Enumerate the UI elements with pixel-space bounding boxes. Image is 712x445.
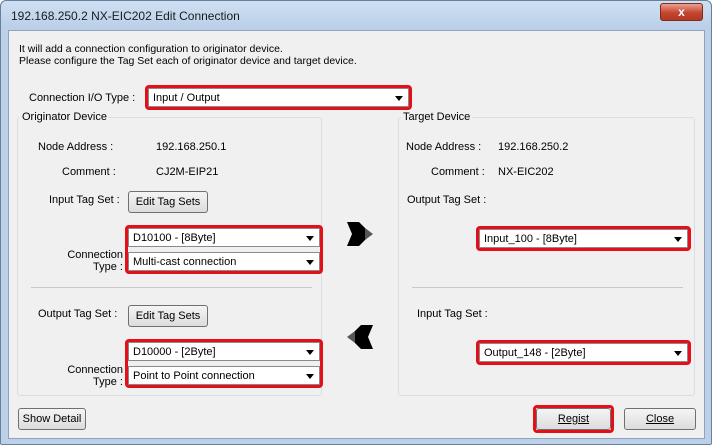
arrow-left-icon	[347, 325, 373, 349]
close-button[interactable]: Close	[624, 408, 696, 430]
target-node-value: 192.168.250.2	[498, 141, 569, 153]
target-comment-label: Comment :	[431, 166, 485, 178]
originator-input-edit-tag-sets-button[interactable]: Edit Tag Sets	[128, 191, 208, 213]
originator-output-tag-label: Output Tag Set :	[38, 308, 118, 320]
arrow-right-icon	[347, 222, 373, 246]
intro-line-1: It will add a connection configuration t…	[19, 43, 283, 55]
close-icon: x	[678, 5, 685, 19]
target-title: Target Device	[401, 111, 473, 123]
target-comment-value: NX-EIC202	[498, 166, 554, 178]
close-label: Close	[645, 413, 675, 425]
originator-input-conn-type-label: Connection Type :	[67, 249, 123, 273]
window-title: 192.168.250.2 NX-EIC202 Edit Connection	[11, 9, 240, 23]
originator-input-highlight	[125, 225, 323, 274]
originator-comment-value: CJ2M-EIP21	[156, 166, 219, 178]
edit-connection-window: 192.168.250.2 NX-EIC202 Edit Connection …	[0, 0, 712, 445]
close-window-button[interactable]: x	[660, 3, 703, 21]
originator-title: Originator Device	[20, 111, 109, 123]
target-input-highlight	[476, 340, 691, 365]
regist-button[interactable]: Regist	[536, 408, 611, 430]
show-detail-button[interactable]: Show Detail	[18, 408, 86, 430]
originator-separator	[31, 287, 312, 288]
originator-output-edit-tag-sets-button[interactable]: Edit Tag Sets	[128, 305, 208, 327]
regist-label: Regist	[557, 413, 590, 425]
originator-output-highlight	[125, 339, 323, 388]
io-type-highlight	[145, 85, 412, 110]
intro-text: It will add a connection configuration t…	[19, 43, 357, 67]
target-output-tag-label: Output Tag Set :	[407, 194, 487, 206]
originator-comment-label: Comment :	[62, 166, 116, 178]
io-type-label: Connection I/O Type :	[29, 92, 136, 104]
dialog-body: It will add a connection configuration t…	[8, 30, 705, 439]
originator-input-tag-label: Input Tag Set :	[49, 194, 120, 206]
target-output-highlight	[476, 226, 691, 251]
target-separator	[412, 287, 683, 288]
title-bar[interactable]: 192.168.250.2 NX-EIC202 Edit Connection …	[1, 1, 711, 29]
target-input-tag-label: Input Tag Set :	[417, 308, 488, 320]
target-node-label: Node Address :	[406, 141, 482, 153]
intro-line-2: Please configure the Tag Set each of ori…	[19, 55, 357, 67]
originator-node-label: Node Address :	[38, 141, 114, 153]
originator-output-conn-type-label: Connection Type :	[67, 364, 123, 388]
originator-node-value: 192.168.250.1	[156, 141, 227, 153]
